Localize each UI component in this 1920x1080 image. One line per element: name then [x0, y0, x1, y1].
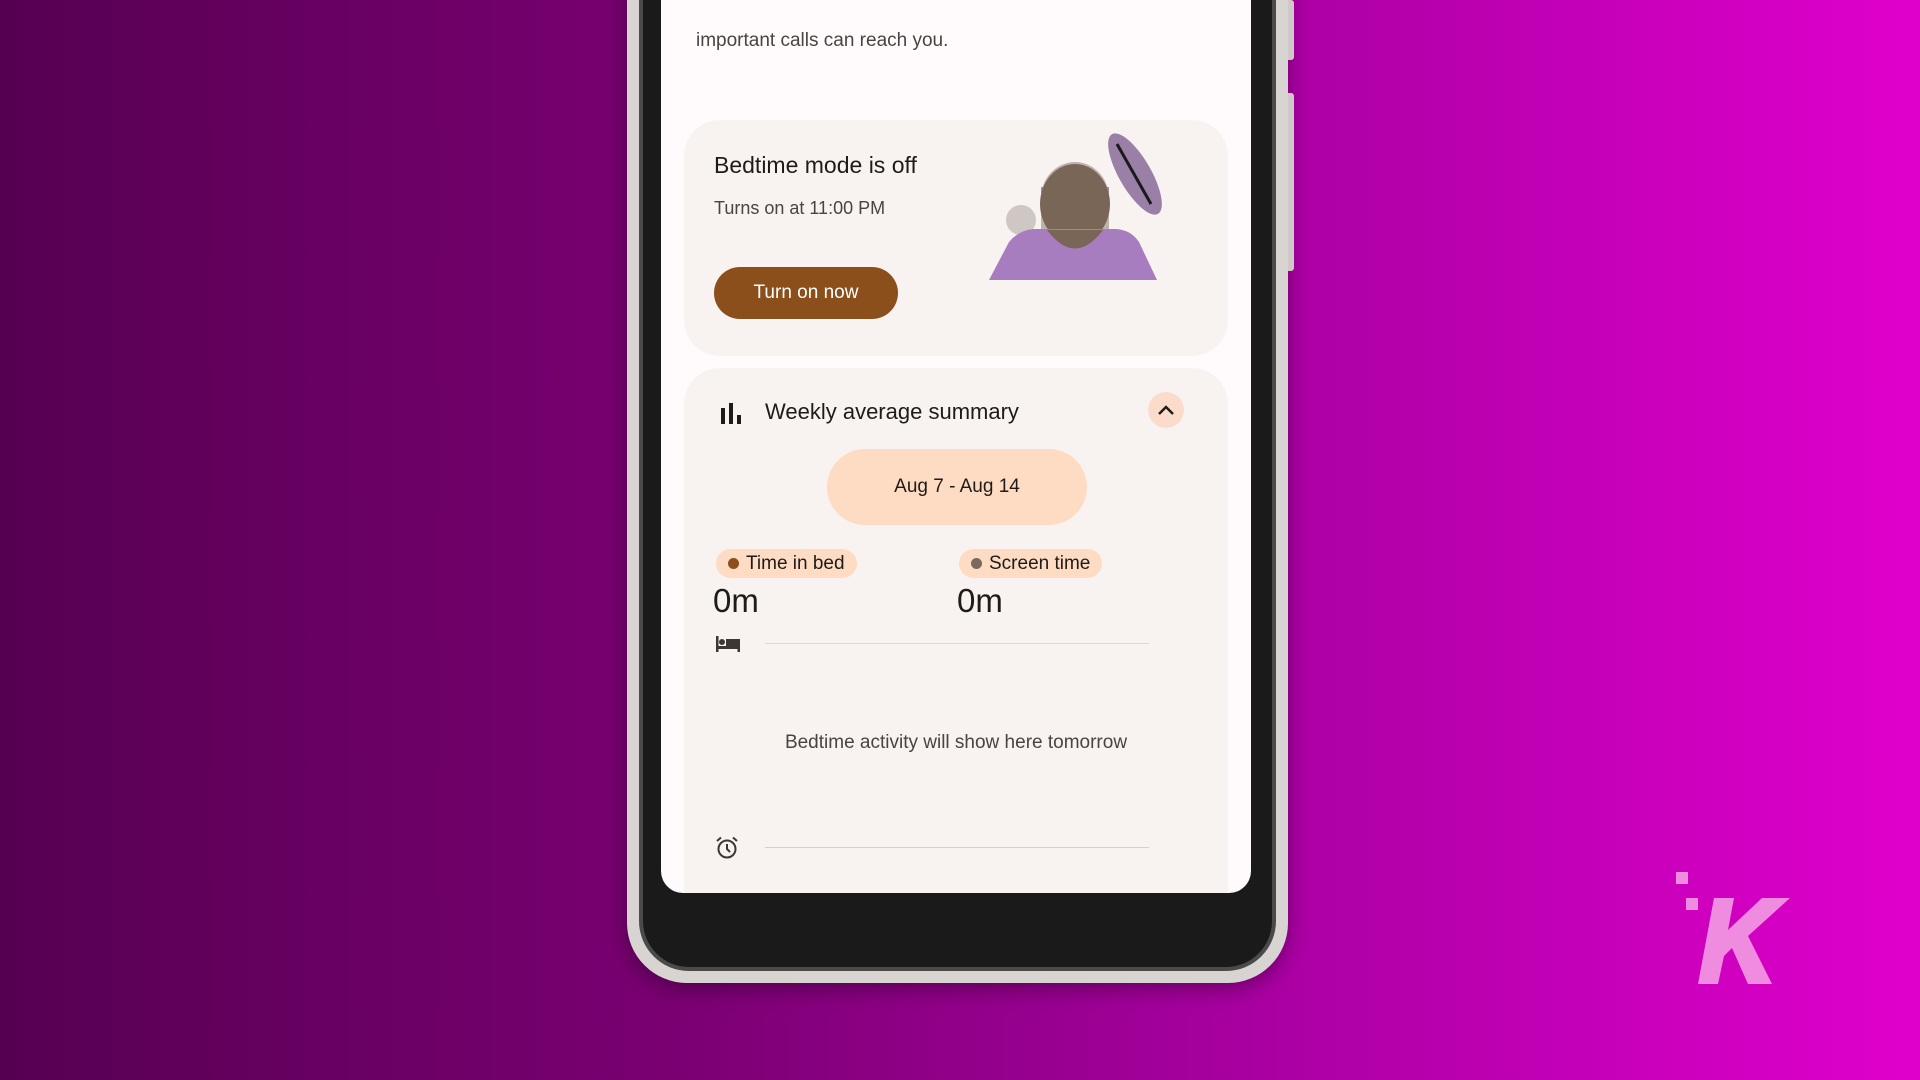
date-range-button[interactable]: Aug 7 - Aug 14: [827, 449, 1087, 525]
bar-chart-icon: [721, 403, 741, 424]
volume-button: [1288, 93, 1294, 271]
bedtime-title: Bedtime mode is off: [714, 152, 917, 178]
time-in-bed-dot: [728, 558, 739, 569]
weekly-summary-card: Weekly average summary Aug 7 - Aug 14 Ti…: [684, 368, 1228, 893]
side-button: [1288, 0, 1294, 60]
bed-icon: [716, 636, 740, 652]
turn-on-now-button[interactable]: Turn on now: [714, 267, 898, 319]
bedtime-mode-card: Bedtime mode is off Turns on at 11:00 PM…: [684, 120, 1228, 356]
legend-time-in-bed: Time in bed: [716, 549, 857, 578]
bedtime-illustration: [989, 133, 1162, 280]
empty-state-message: Bedtime activity will show here tomorrow: [784, 732, 1128, 753]
chevron-up-icon: [1158, 405, 1174, 415]
brand-logo: [1676, 872, 1790, 984]
screen-time-dot: [971, 558, 982, 569]
bed-timeline-line: [765, 643, 1149, 644]
day-axis-line: [765, 847, 1149, 848]
legend-label: Screen time: [989, 552, 1091, 574]
legend-label: Time in bed: [746, 552, 845, 574]
intro-text: important calls can reach you.: [696, 30, 949, 51]
summary-title: Weekly average summary: [765, 399, 1019, 424]
time-in-bed-value: 0m: [713, 582, 759, 619]
screen: important calls can reach you. Bedtime m…: [661, 0, 1251, 893]
screen-time-value: 0m: [957, 582, 1003, 619]
legend-screen-time: Screen time: [959, 549, 1103, 578]
collapse-button[interactable]: [1148, 392, 1184, 428]
phone-frame: important calls can reach you. Bedtime m…: [627, 0, 1294, 983]
alarm-icon: [716, 836, 738, 859]
bedtime-subtitle: Turns on at 11:00 PM: [714, 198, 886, 218]
